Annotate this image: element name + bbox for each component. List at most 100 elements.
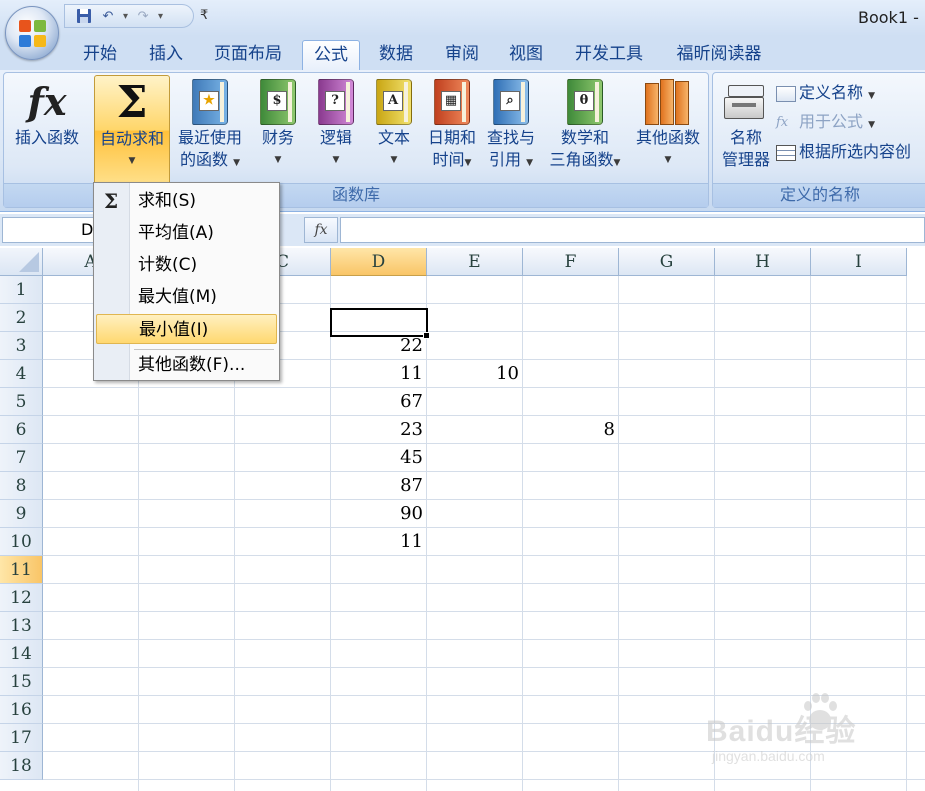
financial-button[interactable]: $ 财务 ▼	[252, 75, 304, 171]
select-all-button[interactable]	[0, 248, 43, 276]
active-cell[interactable]	[330, 308, 430, 339]
fx-icon: fx	[27, 79, 67, 124]
row-header-2[interactable]: 2	[0, 304, 43, 332]
row-header-13[interactable]: 13	[0, 612, 43, 640]
text-book-icon: A	[376, 79, 412, 125]
row-header-4[interactable]: 4	[0, 360, 43, 388]
tab-review[interactable]: 审阅	[432, 40, 492, 70]
date-time-button[interactable]: ▦ 日期和 时间▼	[424, 75, 480, 174]
column-header-g[interactable]: G	[619, 248, 715, 276]
cell-e4[interactable]: 10	[427, 360, 523, 388]
star-book-icon: ★	[192, 79, 228, 125]
create-from-selection-button[interactable]: 根据所选内容创	[776, 138, 911, 162]
autosum-button[interactable]: Σ 自动求和 ▼	[94, 75, 170, 185]
money-book-icon: $	[260, 79, 296, 125]
row-header-6[interactable]: 6	[0, 416, 43, 444]
tab-page-layout[interactable]: 页面布局	[202, 40, 294, 70]
tab-formulas[interactable]: 公式	[302, 40, 360, 70]
calendar-book-icon: ▦	[434, 79, 470, 125]
sigma-icon: Σ	[104, 189, 119, 213]
chevron-down-icon: ▼	[332, 155, 340, 165]
cell-d5[interactable]: 67	[331, 388, 427, 416]
tab-home[interactable]: 开始	[70, 40, 130, 70]
title-bar: ↶ ▾ ↷ ▾ ₹ Book1 -	[0, 0, 925, 36]
row-header-18[interactable]: 18	[0, 752, 43, 780]
row-header-17[interactable]: 17	[0, 724, 43, 752]
use-in-formula-button[interactable]: fx 用于公式 ▼	[776, 108, 875, 132]
define-name-button[interactable]: 定义名称 ▼	[776, 79, 875, 103]
quick-access-toolbar: ↶ ▾ ↷ ▾	[64, 4, 194, 28]
menu-item-sum[interactable]: Σ 求和(S)	[96, 186, 277, 216]
cell-d9[interactable]: 90	[331, 500, 427, 528]
menu-item-count[interactable]: 计数(C)	[96, 250, 277, 280]
recently-used-button[interactable]: ★ 最近使用 的函数 ▼	[172, 75, 248, 174]
column-header-h[interactable]: H	[715, 248, 811, 276]
undo-icon[interactable]: ↶	[99, 7, 117, 25]
fx-small-icon: fx	[776, 114, 789, 130]
insert-function-button[interactable]: fx 插入函数	[8, 75, 86, 149]
theta-book-icon: θ	[567, 79, 603, 125]
row-header-12[interactable]: 12	[0, 584, 43, 612]
chevron-down-icon: ▼	[613, 158, 621, 168]
row-header-1[interactable]: 1	[0, 276, 43, 304]
insert-function-fx-button[interactable]: fx	[304, 217, 338, 243]
tab-foxit-reader[interactable]: 福昕阅读器	[664, 40, 774, 70]
text-button[interactable]: A 文本 ▼	[368, 75, 420, 171]
chevron-down-icon: ▼	[526, 158, 534, 168]
menu-item-min[interactable]: 最小值(I)	[96, 314, 277, 344]
cell-f6[interactable]: 8	[523, 416, 619, 444]
column-header-e[interactable]: E	[427, 248, 523, 276]
lookup-reference-button[interactable]: ⌕ 查找与 引用 ▼	[482, 75, 540, 174]
tab-insert[interactable]: 插入	[136, 40, 196, 70]
menu-item-more-functions[interactable]: 其他函数(F)...	[96, 350, 277, 380]
column-header-d[interactable]: D	[331, 248, 427, 276]
chevron-down-icon: ▼	[233, 158, 241, 168]
tab-data[interactable]: 数据	[366, 40, 426, 70]
redo-icon[interactable]: ↷	[134, 7, 152, 25]
chevron-down-icon: ▼	[868, 91, 876, 101]
question-book-icon: ?	[318, 79, 354, 125]
cell-d8[interactable]: 87	[331, 472, 427, 500]
menu-item-max[interactable]: 最大值(M)	[96, 282, 277, 312]
undo-dropdown-icon[interactable]: ▾	[123, 11, 128, 22]
name-manager-button[interactable]: 名称 管理器	[715, 75, 777, 171]
row-header-15[interactable]: 15	[0, 668, 43, 696]
office-button[interactable]	[5, 6, 59, 60]
books-stack-icon	[645, 79, 691, 125]
chevron-down-icon: ▼	[128, 156, 136, 166]
row-header-8[interactable]: 8	[0, 472, 43, 500]
row-header-16[interactable]: 16	[0, 696, 43, 724]
redo-dropdown-icon[interactable]: ▾	[158, 11, 163, 22]
tab-developer[interactable]: 开发工具	[562, 40, 656, 70]
customize-qat-icon[interactable]: ₹	[200, 8, 208, 23]
sigma-icon: Σ	[116, 77, 148, 128]
more-functions-button[interactable]: 其他函数 ▼	[630, 75, 706, 171]
column-header-f[interactable]: F	[523, 248, 619, 276]
save-icon[interactable]	[75, 7, 93, 25]
row-header-7[interactable]: 7	[0, 444, 43, 472]
menu-item-average[interactable]: 平均值(A)	[96, 218, 277, 248]
row-header-3[interactable]: 3	[0, 332, 43, 360]
formula-input[interactable]	[340, 217, 925, 243]
column-header-i[interactable]: I	[811, 248, 907, 276]
name-manager-icon	[724, 79, 768, 125]
autosum-dropdown-menu: Σ 求和(S) 平均值(A) 计数(C) 最大值(M) 最小值(I) 其他函数(F…	[93, 182, 280, 381]
logical-button[interactable]: ? 逻辑 ▼	[310, 75, 362, 171]
cell-d6[interactable]: 23	[331, 416, 427, 444]
row-header-11[interactable]: 11	[0, 556, 43, 584]
row-header-10[interactable]: 10	[0, 528, 43, 556]
office-logo-icon	[19, 20, 47, 48]
cell-d4[interactable]: 11	[331, 360, 427, 388]
row-header-14[interactable]: 14	[0, 640, 43, 668]
chevron-down-icon: ▼	[464, 158, 472, 168]
row-header-5[interactable]: 5	[0, 388, 43, 416]
define-name-icon	[776, 85, 796, 102]
tab-view[interactable]: 视图	[496, 40, 556, 70]
cell-d10[interactable]: 11	[331, 528, 427, 556]
baidu-watermark: Baidu经验 jingyan.baidu.com	[706, 688, 916, 778]
chevron-down-icon: ▼	[868, 120, 876, 130]
row-header-9[interactable]: 9	[0, 500, 43, 528]
cell-d7[interactable]: 45	[331, 444, 427, 472]
math-trig-button[interactable]: θ 数学和 三角函数▼	[542, 75, 628, 174]
defined-names-label: 定义的名称	[713, 183, 925, 207]
